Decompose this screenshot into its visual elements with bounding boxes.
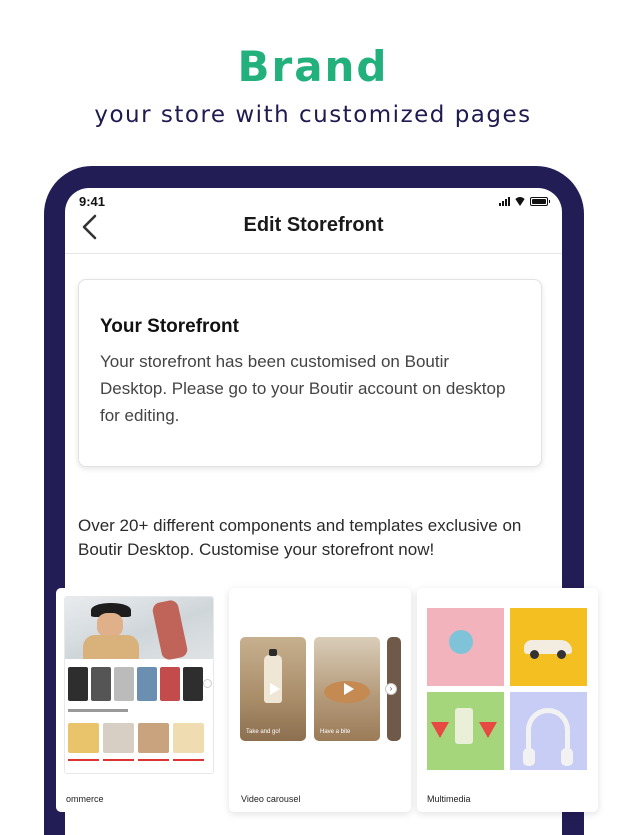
storefront-card: Your Storefront Your storefront has been… — [78, 279, 542, 467]
promo-text: Over 20+ different components and templa… — [78, 516, 522, 559]
storefront-card-body: Your storefront has been customised on B… — [100, 352, 506, 425]
banner-headline: Brand — [237, 42, 389, 91]
page-title: Edit Storefront — [243, 214, 384, 236]
multimedia-image — [427, 608, 504, 686]
commerce-section-heading — [68, 709, 128, 712]
signal-icon — [499, 197, 510, 206]
multimedia-image — [510, 692, 587, 770]
wifi-icon — [514, 197, 526, 206]
template-card-commerce[interactable]: ommerce — [56, 588, 224, 812]
play-icon — [270, 683, 280, 695]
commerce-prices — [68, 759, 204, 761]
carousel-next-icon — [203, 679, 212, 688]
template-card-multimedia[interactable]: Multimedia — [417, 588, 598, 812]
video-thumbnail: Take and go! — [240, 637, 306, 741]
status-icons — [499, 197, 550, 206]
status-bar: 9:41 — [79, 194, 550, 210]
nav-bar: Edit Storefront — [65, 210, 562, 254]
banner-subline: your store with customized pages — [94, 102, 532, 128]
storefront-card-title: Your Storefront — [100, 316, 239, 337]
commerce-hero-image — [65, 597, 213, 662]
play-icon — [344, 683, 354, 695]
commerce-preview — [64, 596, 214, 774]
video-thumbnail: Have a bite — [314, 637, 380, 741]
commerce-products — [68, 723, 204, 753]
video-caption: Have a bite — [320, 729, 351, 735]
template-card-video-carousel[interactable]: Take and go! Have a bite › Video carouse… — [229, 588, 411, 812]
chevron-right-icon: › — [385, 683, 397, 695]
template-label-video-carousel: Video carousel — [241, 794, 301, 804]
commerce-thumbnails — [68, 667, 203, 701]
status-time: 9:41 — [79, 194, 106, 209]
template-label-commerce: ommerce — [66, 794, 104, 804]
battery-icon — [530, 197, 550, 206]
template-label-multimedia: Multimedia — [427, 794, 471, 804]
video-caption: Take and go! — [246, 729, 281, 735]
multimedia-image — [510, 608, 587, 686]
multimedia-image — [427, 692, 504, 770]
